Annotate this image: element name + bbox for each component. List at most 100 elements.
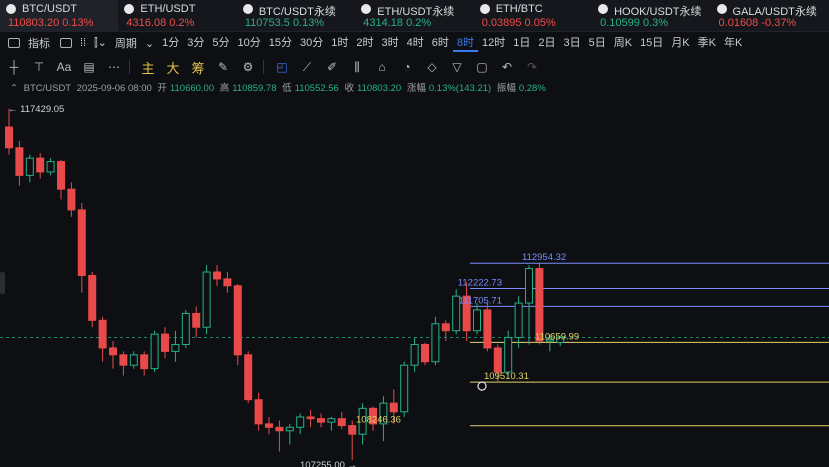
pattern-icon[interactable]: ⫼ — [346, 60, 368, 75]
ticker-last: 4316.08 — [126, 17, 167, 29]
ticker-name: BTC/USDT — [22, 3, 77, 15]
candlestick-chart[interactable]: 112954.32 112222.73 111705.71 110659.99 1095… — [0, 96, 829, 467]
ticker-tab[interactable]: BTC/USDT 110803.20 0.13% — [0, 0, 119, 32]
period-3[interactable]: 10分 — [233, 34, 264, 52]
candle-body — [285, 426, 294, 432]
period-17[interactable]: 周K — [610, 34, 636, 52]
candle-body — [483, 309, 492, 349]
ticker-tab[interactable]: BTC/USDT永续 110753.5 0.13% — [237, 0, 355, 32]
period-8[interactable]: 3时 — [377, 34, 402, 52]
ticker-tab[interactable]: ETH/USDT永续 4314.18 0.2% — [355, 0, 473, 32]
period-5[interactable]: 30分 — [296, 34, 327, 52]
brush-icon[interactable]: ✐ — [321, 60, 343, 74]
amplitude-label: 振幅 — [496, 83, 516, 94]
magnet-icon[interactable]: ◔ — [396, 60, 418, 74]
candle-body — [504, 337, 513, 373]
filter-icon[interactable]: ▽ — [446, 60, 468, 74]
indicator-button[interactable]: 指标 — [24, 35, 54, 51]
trendline-icon[interactable]: ⊤ — [28, 60, 50, 74]
fib-icon[interactable]: ▤ — [78, 60, 100, 74]
calendar-icon[interactable] — [60, 38, 72, 48]
edit-icon[interactable]: ✎ — [212, 60, 234, 74]
period-18[interactable]: 15日 — [636, 34, 667, 52]
candle-body — [431, 323, 440, 363]
coin-icon — [6, 4, 16, 14]
ticker-tab[interactable]: ETH/BTC 0.03895 0.05% — [474, 0, 592, 32]
delete-icon[interactable]: ▢ — [471, 60, 493, 74]
chevron-down-icon[interactable]: ⌄ — [141, 37, 158, 50]
drawing-toolbar: ┼ ⊤ Aa ▤ ⋯ 主 大 筹 ✎ ⚙ ◰ ⟋ ✐ ⫼ ⌂ ◔ ◇ ▽ ▢ ↶… — [0, 56, 829, 78]
ticker-last: 0.01608 — [718, 17, 759, 29]
crosshair-icon[interactable]: ┼ — [3, 60, 25, 74]
settings-icon[interactable]: ⚙ — [237, 60, 259, 74]
ticker-price: 0.10599 0.3% — [600, 17, 668, 29]
period-21[interactable]: 年K — [720, 34, 746, 52]
candle-body — [306, 416, 315, 420]
period-9[interactable]: 4时 — [403, 34, 428, 52]
period-6[interactable]: 1时 — [327, 34, 352, 52]
period-14[interactable]: 2日 — [534, 34, 559, 52]
more-dots-icon[interactable]: ⋯ — [103, 60, 125, 74]
candle-body — [140, 354, 149, 370]
ticker-price: 4314.18 0.2% — [363, 17, 431, 29]
period-11[interactable]: 8时 — [452, 34, 478, 52]
candle-body — [317, 418, 325, 423]
period-19[interactable]: 月K — [667, 34, 693, 52]
ticker-last: 110753.5 — [244, 17, 290, 29]
period-16[interactable]: 5日 — [585, 34, 610, 52]
ticker-change: 0.13% — [62, 17, 94, 29]
candle-type-icon[interactable]: ⫿⌄ — [90, 36, 111, 50]
low-value: 110552.56 — [294, 83, 339, 94]
change-value: 0.13%(143.21) — [428, 83, 492, 94]
undo-icon[interactable]: ↶ — [496, 60, 518, 74]
text-tool[interactable]: Aa — [53, 60, 75, 74]
period-4[interactable]: 15分 — [265, 34, 296, 52]
change-label: 涨幅 — [406, 83, 426, 94]
close-value: 110803.20 — [357, 83, 402, 94]
period-7[interactable]: 2时 — [352, 34, 377, 52]
select-icon[interactable]: ◰ — [271, 60, 293, 74]
big-order-toggle[interactable]: 大 — [162, 58, 184, 77]
period-13[interactable]: 1日 — [509, 34, 534, 52]
candle-body — [337, 418, 346, 427]
ticker-name: ETH/USDT — [140, 3, 196, 15]
candle-body — [77, 209, 86, 276]
period-12[interactable]: 12时 — [478, 34, 509, 52]
ticker-tab[interactable]: HOOK/USDT永续 0.10599 0.3% — [592, 0, 710, 32]
chip-distribution-toggle[interactable]: 筹 — [187, 58, 209, 77]
main-indicator-toggle[interactable]: 主 — [137, 58, 159, 77]
cycle-dropdown[interactable]: 周期 — [111, 35, 141, 51]
candle-body — [46, 161, 55, 173]
ticker-tab[interactable]: GALA/USDT永续 0.01608 -0.37% — [711, 0, 829, 32]
period-1[interactable]: 3分 — [183, 34, 208, 52]
eraser-icon[interactable]: ◇ — [421, 60, 443, 74]
lock-icon[interactable]: ⌂ — [371, 60, 393, 74]
high-annotation: ← 117429.05 — [8, 104, 64, 115]
collapse-icon[interactable]: ⌃ — [10, 83, 18, 94]
close-label: 收 — [344, 83, 354, 94]
period-15[interactable]: 3日 — [559, 34, 584, 52]
ruler-icon[interactable]: ⟋ — [296, 60, 318, 75]
period-0[interactable]: 1分 — [158, 34, 183, 52]
ticker-price: 0.03895 0.05% — [482, 17, 556, 29]
coin-icon — [479, 4, 490, 14]
ticker-last: 110803.20 — [8, 17, 60, 29]
indicator-icon[interactable] — [8, 38, 20, 48]
ticker-price: 4316.08 0.2% — [126, 17, 194, 29]
candle-body — [67, 188, 76, 211]
ticker-tab[interactable]: ETH/USDT 4316.08 0.2% — [118, 0, 236, 32]
candle-body — [15, 147, 24, 176]
compare-icon[interactable]: ⁞⁞ — [76, 37, 90, 49]
redo-icon[interactable]: ↷ — [521, 60, 543, 74]
low-label: 低 — [282, 83, 292, 94]
candle-body — [400, 364, 409, 413]
candle-body — [389, 402, 398, 413]
period-2[interactable]: 5分 — [208, 34, 233, 52]
period-10[interactable]: 6时 — [428, 34, 453, 52]
ticker-change: 0.05% — [524, 17, 556, 29]
ticker-change: 0.2% — [406, 17, 432, 29]
ticker-price: 0.01608 -0.37% — [719, 17, 797, 29]
period-20[interactable]: 季K — [694, 34, 720, 52]
high-value: 110859.78 — [232, 83, 277, 94]
amplitude-value: 0.28% — [518, 83, 546, 94]
